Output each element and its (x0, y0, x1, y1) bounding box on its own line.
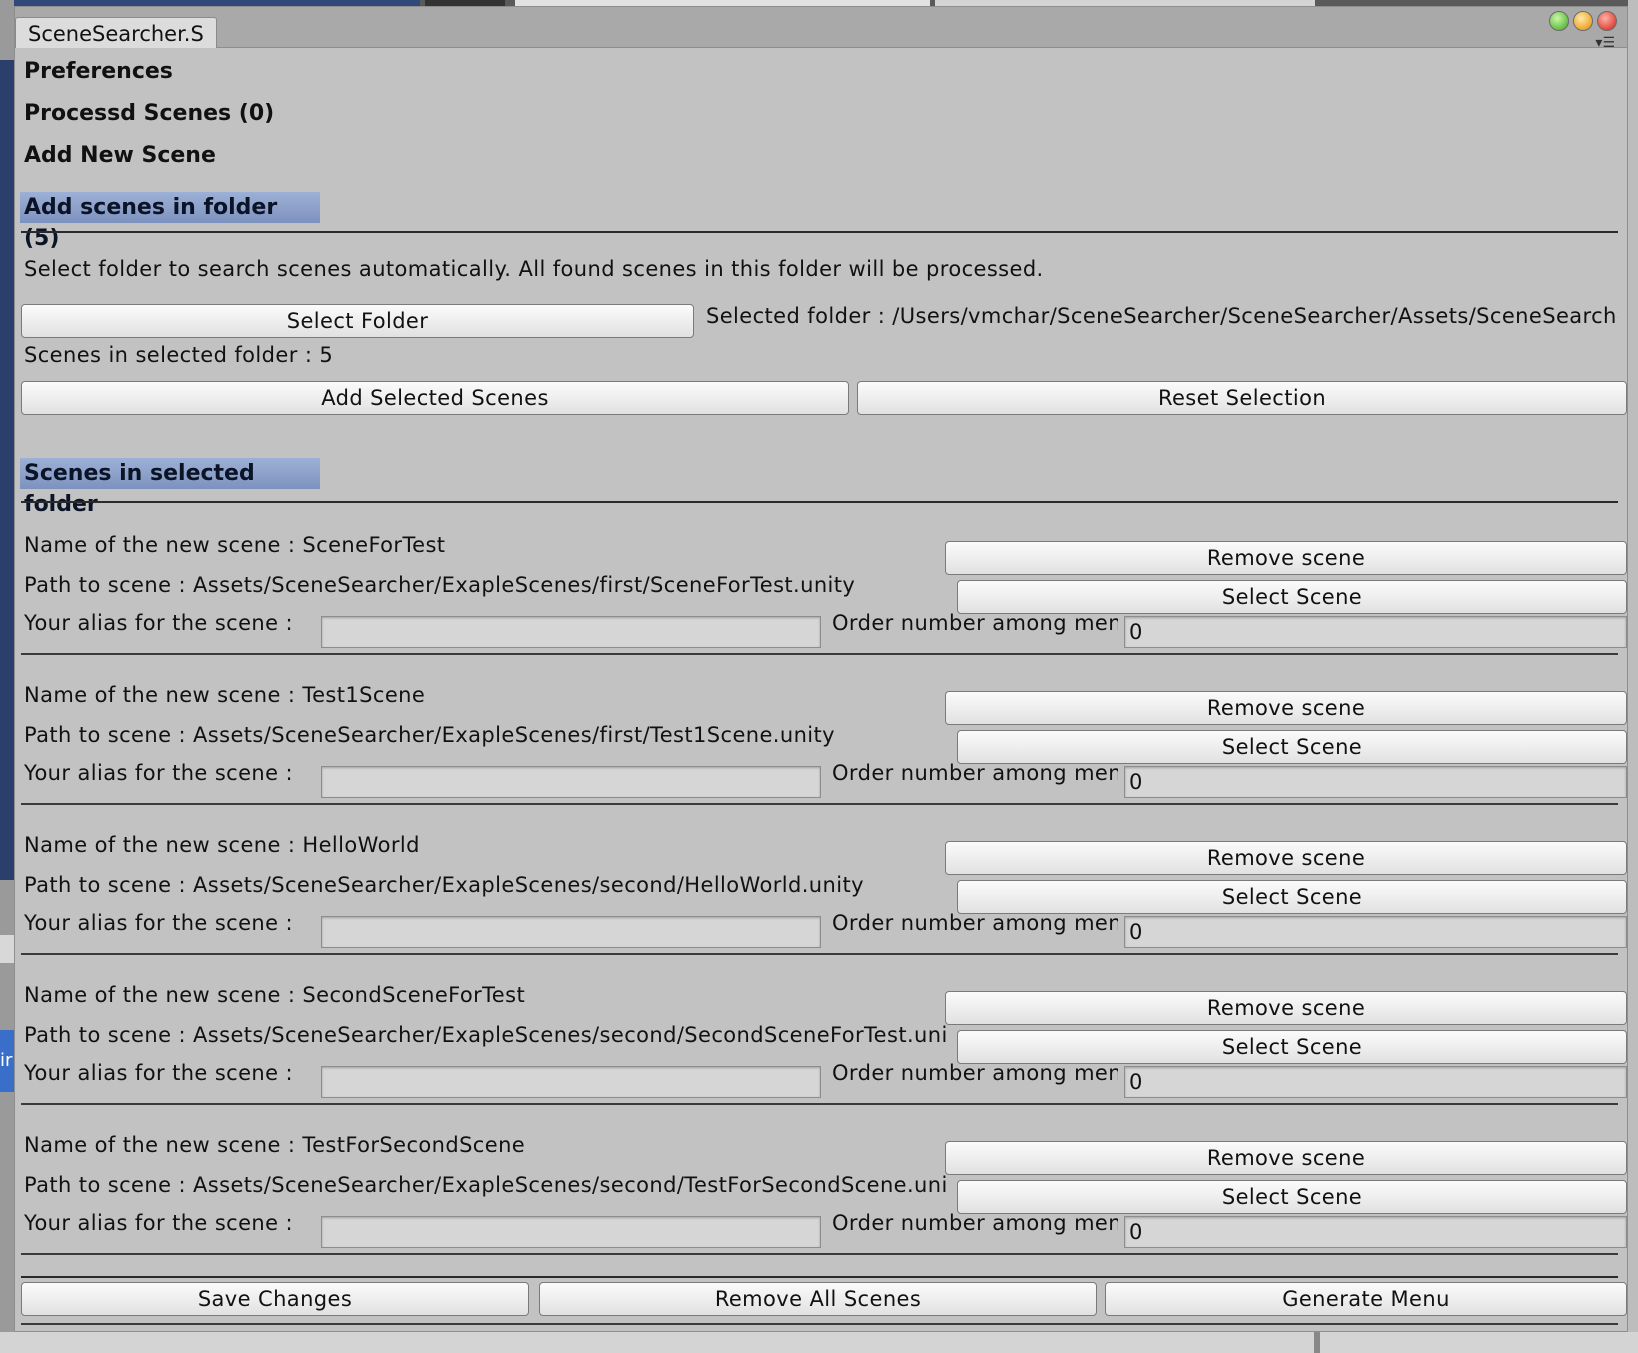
alias-input[interactable] (321, 1066, 821, 1098)
order-number-input[interactable] (1124, 1216, 1627, 1248)
folder-description: Select folder to search scenes automatic… (24, 257, 1044, 281)
add-selected-scenes-button[interactable]: Add Selected Scenes (21, 381, 849, 415)
scene-path: Path to scene : Assets/SceneSearcher/Exa… (24, 1023, 948, 1047)
scene-searcher-window: SceneSearcher.S ▾☰ Preferences Processd … (14, 6, 1628, 1332)
divider (21, 501, 1618, 503)
tab-bar: SceneSearcher.S ▾☰ (15, 7, 1627, 51)
alias-label: Your alias for the scene : (24, 1211, 294, 1235)
selected-folder-path: Selected folder : /Users/vmchar/SceneSea… (706, 304, 1618, 328)
scene-divider (21, 803, 1618, 805)
order-number-input[interactable] (1124, 916, 1627, 948)
scene-name: Name of the new scene : SceneForTest (24, 533, 446, 557)
alias-input[interactable] (321, 1216, 821, 1248)
background-divider (1314, 1332, 1320, 1353)
order-number-label: Order number among menu (832, 611, 1118, 635)
background-left-strip: ir (0, 0, 14, 1353)
window-controls (1549, 11, 1617, 31)
scene-divider (21, 1103, 1618, 1105)
zoom-icon[interactable] (1549, 11, 1569, 31)
generate-menu-button[interactable]: Generate Menu (1105, 1282, 1627, 1316)
scene-path: Path to scene : Assets/SceneSearcher/Exa… (24, 573, 856, 597)
foldout-add-new-scene[interactable]: Add New Scene (24, 143, 216, 168)
select-scene-button[interactable]: Select Scene (957, 580, 1627, 614)
foldout-preferences[interactable]: Preferences (24, 59, 173, 84)
alias-label: Your alias for the scene : (24, 761, 294, 785)
remove-scene-button[interactable]: Remove scene (945, 541, 1627, 575)
scene-path: Path to scene : Assets/SceneSearcher/Exa… (24, 723, 835, 747)
select-scene-button[interactable]: Select Scene (957, 1180, 1627, 1214)
scene-divider (21, 1253, 1618, 1255)
foldout-processed-scenes[interactable]: Processd Scenes (0) (24, 101, 274, 126)
scenes-section-header: Scenes in selected folder (20, 458, 320, 517)
background-bottom-strip (0, 1332, 1638, 1353)
remove-scene-button[interactable]: Remove scene (945, 1141, 1627, 1175)
select-scene-button[interactable]: Select Scene (957, 880, 1627, 914)
select-scene-button[interactable]: Select Scene (957, 730, 1627, 764)
scene-path: Path to scene : Assets/SceneSearcher/Exa… (24, 1173, 948, 1197)
context-menu-icon[interactable]: ▾☰ (1595, 35, 1615, 51)
background-selected-item: ir (0, 1030, 14, 1092)
order-number-input[interactable] (1124, 766, 1627, 798)
order-number-label: Order number among menu (832, 1211, 1118, 1235)
order-number-input[interactable] (1124, 616, 1627, 648)
remove-scene-button[interactable]: Remove scene (945, 691, 1627, 725)
scene-path: Path to scene : Assets/SceneSearcher/Exa… (24, 873, 864, 897)
order-number-input[interactable] (1124, 1066, 1627, 1098)
select-scene-button[interactable]: Select Scene (957, 1030, 1627, 1064)
foldout-add-scenes-in-folder[interactable]: Add scenes in folder (5) (20, 192, 320, 251)
alias-input[interactable] (321, 766, 821, 798)
divider (21, 1276, 1618, 1278)
scenes-count: Scenes in selected folder : 5 (24, 343, 334, 367)
scene-name: Name of the new scene : SecondSceneForTe… (24, 983, 526, 1007)
close-icon[interactable] (1597, 11, 1617, 31)
divider (21, 231, 1618, 233)
select-folder-button[interactable]: Select Folder (21, 304, 694, 338)
remove-all-scenes-button[interactable]: Remove All Scenes (539, 1282, 1097, 1316)
alias-label: Your alias for the scene : (24, 1061, 294, 1085)
alias-label: Your alias for the scene : (24, 911, 294, 935)
remove-scene-button[interactable]: Remove scene (945, 841, 1627, 875)
divider (21, 1323, 1618, 1325)
scene-divider (21, 953, 1618, 955)
tab-scene-searcher[interactable]: SceneSearcher.S (15, 17, 217, 48)
scene-name: Name of the new scene : TestForSecondSce… (24, 1133, 526, 1157)
save-changes-button[interactable]: Save Changes (21, 1282, 529, 1316)
scene-name: Name of the new scene : HelloWorld (24, 833, 420, 857)
remove-scene-button[interactable]: Remove scene (945, 991, 1627, 1025)
background-panel (0, 935, 14, 963)
order-number-label: Order number among menu (832, 761, 1118, 785)
background-right-strip (1628, 0, 1638, 1353)
background-panel (0, 60, 14, 880)
reset-selection-button[interactable]: Reset Selection (857, 381, 1627, 415)
order-number-label: Order number among menu (832, 911, 1118, 935)
minimize-icon[interactable] (1573, 11, 1593, 31)
order-number-label: Order number among menu (832, 1061, 1118, 1085)
alias-input[interactable] (321, 916, 821, 948)
scene-divider (21, 653, 1618, 655)
scene-name: Name of the new scene : Test1Scene (24, 683, 426, 707)
alias-input[interactable] (321, 616, 821, 648)
alias-label: Your alias for the scene : (24, 611, 294, 635)
